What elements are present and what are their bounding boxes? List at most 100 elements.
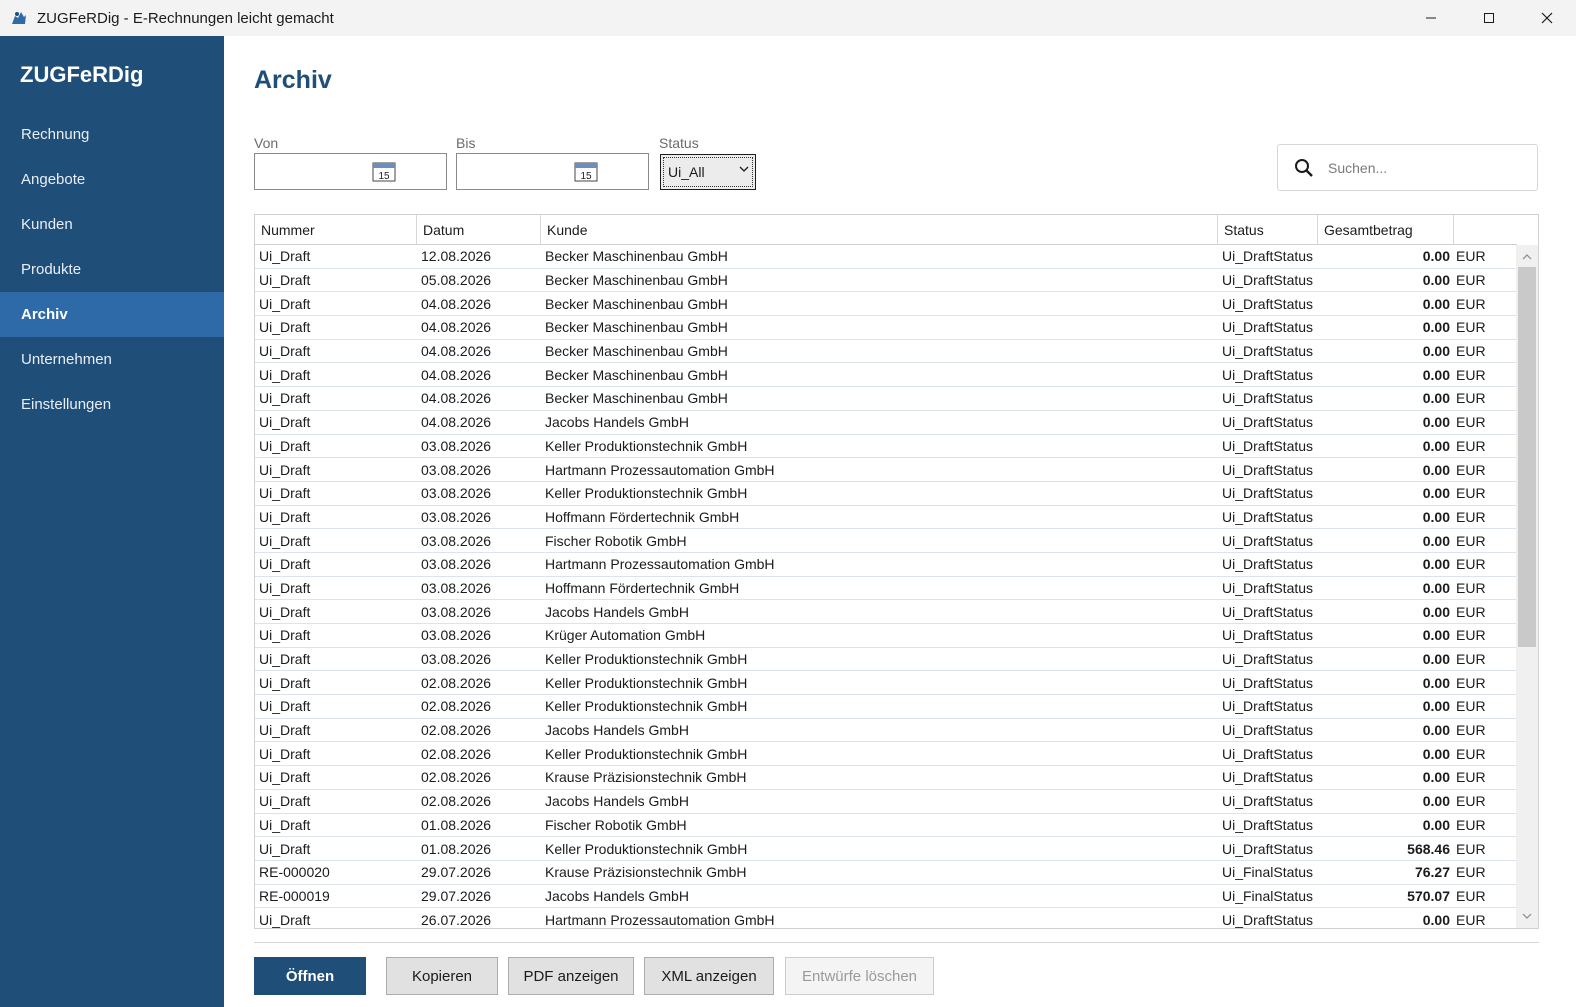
table-row[interactable]: Ui_Draft 01.08.2026 Keller Produktionstech… [255,837,1517,861]
table-row[interactable]: Ui_Draft 02.08.2026 Keller Produktionstech… [255,742,1517,767]
table-row[interactable]: Ui_Draft 26.07.2026 Hartmann Prozessautoma… [255,908,1517,928]
xml-button[interactable]: XML anzeigen [644,957,774,995]
table-row[interactable]: Ui_Draft 03.08.2026 Hartmann Prozessautoma… [255,458,1517,482]
cell-datum: 04.08.2026 [421,295,492,312]
table-row[interactable]: RE-000020 29.07.2026 Krause Präzisionstech… [255,861,1517,885]
column-header-spacer [1454,215,1517,245]
table-row[interactable]: Ui_Draft 02.08.2026 Krause Präzisionstechn… [255,766,1517,790]
cell-nummer: Ui_Draft [259,461,311,478]
table-row[interactable]: Ui_Draft 05.08.2026 Becker Maschinenbau Gm… [255,269,1517,293]
close-button[interactable] [1518,0,1576,36]
open-button[interactable]: Öffnen [254,957,366,995]
sidebar-item-rechnung[interactable]: Rechnung [0,112,224,157]
cell-nummer: Ui_Draft [259,532,311,549]
from-date-field[interactable]: 15 [254,153,447,190]
sidebar: ZUGFeRDig Rechnung Angebote Kunden Produ… [0,36,224,1007]
cell-datum: 03.08.2026 [421,461,492,478]
table-row[interactable]: Ui_Draft 04.08.2026 Becker Maschinenbau Gm… [255,387,1517,411]
table-row[interactable]: Ui_Draft 03.08.2026 Keller Produktionstech… [255,482,1517,506]
cell-status: Ui_FinalStatus [1222,864,1314,881]
sidebar-item-produkte[interactable]: Produkte [0,247,224,292]
table-row[interactable]: Ui_Draft 02.08.2026 Jacobs Handels GmbH Ui_… [255,790,1517,814]
cell-currency: EUR [1456,769,1486,786]
column-header-kunde[interactable]: Kunde [541,215,1218,245]
cell-datum: 03.08.2026 [421,627,492,644]
table-row[interactable]: Ui_Draft 12.08.2026 Becker Maschinenbau Gm… [255,245,1517,269]
copy-button[interactable]: Kopieren [386,957,498,995]
cell-datum: 02.08.2026 [421,698,492,715]
maximize-button[interactable] [1460,0,1518,36]
table-row[interactable]: Ui_Draft 04.08.2026 Becker Maschinenbau Gm… [255,292,1517,317]
sidebar-item-archiv[interactable]: Archiv [0,292,224,337]
table-row[interactable]: Ui_Draft 03.08.2026 Hoffmann Fördertechnik… [255,577,1517,601]
cell-amount: 0.00 [1422,698,1450,715]
vertical-scrollbar[interactable] [1516,245,1538,928]
cell-nummer: Ui_Draft [259,343,311,360]
cell-amount: 0.00 [1422,627,1450,644]
minimize-icon [1426,17,1436,19]
cell-nummer: Ui_Draft [259,722,311,739]
cell-status: Ui_DraftStatus [1222,816,1314,833]
cell-datum: 02.08.2026 [421,745,492,762]
status-select[interactable]: Ui_All [660,154,756,190]
svg-text:15: 15 [378,171,390,182]
cell-currency: EUR [1456,319,1486,336]
table-row[interactable]: Ui_Draft 04.08.2026 Becker Maschinenbau Gm… [255,316,1517,340]
cell-currency: EUR [1456,793,1486,810]
cell-currency: EUR [1456,532,1486,549]
cell-currency: EUR [1456,603,1486,620]
table-row[interactable]: Ui_Draft 04.08.2026 Becker Maschinenbau Gm… [255,363,1517,388]
cell-nummer: RE-000019 [259,887,330,904]
pdf-button[interactable]: PDF anzeigen [508,957,634,995]
cell-nummer: Ui_Draft [259,485,311,502]
table-row[interactable]: Ui_Draft 01.08.2026 Fischer Robotik GmbH Ui… [255,814,1517,838]
cell-amount: 0.00 [1422,556,1450,573]
cell-kunde: Hoffmann Fördertechnik GmbH [545,579,740,596]
cell-amount: 0.00 [1422,461,1450,478]
table-row[interactable]: Ui_Draft 03.08.2026 Keller Produktionstech… [255,648,1517,672]
calendar-icon[interactable]: 15 [372,160,396,182]
table-row[interactable]: Ui_Draft 02.08.2026 Keller Produktionstech… [255,671,1517,696]
cell-nummer: RE-000020 [259,864,330,881]
column-header-datum[interactable]: Datum [417,215,541,245]
cell-amount: 0.00 [1422,508,1450,525]
cell-currency: EUR [1456,651,1486,668]
table-row[interactable]: Ui_Draft 03.08.2026 Krüger Automation GmbH… [255,624,1517,648]
cell-datum: 26.07.2026 [421,911,492,928]
sidebar-nav: Rechnung Angebote Kunden Produkte Archiv… [0,112,224,427]
table-row[interactable]: Ui_Draft 02.08.2026 Jacobs Handels GmbH Ui_… [255,719,1517,743]
table-row[interactable]: Ui_Draft 03.08.2026 Hoffmann Fördertechnik… [255,506,1517,530]
table-row[interactable]: Ui_Draft 03.08.2026 Jacobs Handels GmbH Ui_… [255,600,1517,624]
table-row[interactable]: Ui_Draft 04.08.2026 Jacobs Handels GmbH Ui_… [255,411,1517,435]
table-row[interactable]: RE-000019 29.07.2026 Jacobs Handels GmbH Ui… [255,885,1517,909]
table-row[interactable]: Ui_Draft 03.08.2026 Hartmann Prozessautoma… [255,553,1517,577]
cell-kunde: Becker Maschinenbau GmbH [545,248,728,265]
cell-amount: 0.00 [1422,390,1450,407]
table-row[interactable]: Ui_Draft 03.08.2026 Fischer Robotik GmbH Ui… [255,529,1517,553]
scrollbar-thumb[interactable] [1518,267,1536,647]
table-row[interactable]: Ui_Draft 02.08.2026 Keller Produktionstech… [255,695,1517,719]
cell-kunde: Keller Produktionstechnik GmbH [545,674,748,691]
window-title: ZUGFeRDig - E-Rechnungen leicht gemacht [37,9,334,27]
title-bar: ZUGFeRDig - E-Rechnungen leicht gemacht [0,0,1576,36]
scroll-up-icon[interactable] [1521,251,1533,263]
calendar-icon[interactable]: 15 [574,160,598,182]
to-date-field[interactable]: 15 [456,153,649,190]
table-row[interactable]: Ui_Draft 04.08.2026 Becker Maschinenbau Gm… [255,340,1517,364]
cell-amount: 0.00 [1422,769,1450,786]
search-input[interactable]: Suchen... [1277,144,1538,191]
column-header-nummer[interactable]: Nummer [255,215,417,245]
column-header-status[interactable]: Status [1218,215,1318,245]
cell-datum: 05.08.2026 [421,272,492,289]
scroll-down-icon[interactable] [1521,910,1533,922]
cell-amount: 0.00 [1422,248,1450,265]
sidebar-item-kunden[interactable]: Kunden [0,202,224,247]
cell-status: Ui_DraftStatus [1222,769,1314,786]
minimize-button[interactable] [1402,0,1460,36]
table-row[interactable]: Ui_Draft 03.08.2026 Keller Produktionstech… [255,435,1517,459]
column-header-gesamtbetrag[interactable]: Gesamtbetrag [1318,215,1454,245]
sidebar-item-einstellungen[interactable]: Einstellungen [0,382,224,427]
sidebar-item-unternehmen[interactable]: Unternehmen [0,337,224,382]
cell-currency: EUR [1456,461,1486,478]
sidebar-item-angebote[interactable]: Angebote [0,157,224,202]
